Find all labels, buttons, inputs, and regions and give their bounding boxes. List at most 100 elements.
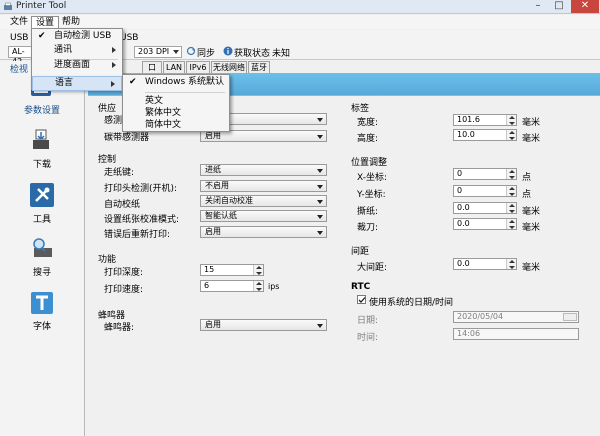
height-label: 高度: (357, 134, 379, 144)
connection-label: USB (10, 33, 29, 43)
search-printer-icon (33, 238, 52, 257)
tab-port[interactable]: 口 (142, 61, 162, 73)
menu-item-auto-detect[interactable]: ✔ 自动检测 USB (32, 29, 122, 43)
reprint-label: 错误后重新打印: (104, 230, 171, 240)
chevron-down-icon (317, 169, 323, 173)
settings-menu-lower: 语言 (31, 76, 123, 91)
download-icon (33, 129, 49, 149)
chevron-down-icon (317, 231, 323, 235)
menu-item-comm[interactable]: 通讯 (32, 43, 122, 57)
control-title: 控制 (98, 155, 117, 165)
tab-lan[interactable]: LAN (163, 61, 185, 73)
reprint-select[interactable]: 启用 (200, 226, 327, 238)
menu-item-language[interactable]: 语言 (32, 76, 122, 91)
spin-down-icon (509, 137, 515, 140)
menu-item-system-default[interactable]: ✔ Windows 系统默认 (123, 75, 229, 90)
height-unit: 毫米 (522, 134, 541, 144)
chevron-right-icon (112, 62, 116, 68)
time-label: 时间: (357, 333, 379, 343)
tear-unit: 毫米 (522, 207, 541, 217)
use-system-time-checkbox[interactable] (357, 295, 366, 304)
sync-icon (186, 46, 196, 56)
use-system-time-label: 使用系统的日期/时间 (369, 298, 454, 308)
reprint-value: 启用 (205, 227, 221, 236)
window-title: Printer Tool (16, 1, 67, 11)
time-picker[interactable]: 14:06 (453, 328, 579, 340)
get-status-button[interactable]: 获取状态 (234, 46, 270, 59)
settings-menu: ✔ 自动检测 USB 通讯 进度画面 (31, 28, 123, 80)
speed-spinner[interactable] (253, 281, 263, 291)
height-spinner[interactable] (506, 130, 516, 140)
y-coord-unit: 点 (522, 190, 532, 200)
gap-label: 大间距: (357, 263, 388, 273)
x-coord-value: 0 (457, 169, 463, 178)
sync-button[interactable]: 同步 (197, 46, 215, 59)
sidebar-item-download[interactable]: 下载 (11, 128, 73, 170)
buzzer-label: 蜂鸣器: (104, 323, 135, 333)
menu-item-progress[interactable]: 进度画面 (32, 58, 122, 72)
menu-help[interactable]: 帮助 (58, 16, 84, 28)
tab-ipv6[interactable]: IPv6 (186, 61, 210, 73)
maximize-button[interactable]: □ (549, 0, 569, 13)
chevron-down-icon (317, 324, 323, 328)
sidebar-label-params: 参数设置 (23, 106, 60, 116)
calib-mode-value: 智能认纸 (205, 211, 237, 220)
tab-wireless[interactable]: 无线网络 (211, 61, 247, 73)
function-title: 功能 (98, 255, 117, 265)
head-check-select[interactable]: 不启用 (200, 180, 327, 192)
auto-calib-select[interactable]: 关闭自动校准 (200, 195, 327, 207)
sidebar-item-font[interactable]: 字体 (11, 292, 73, 332)
menu-item-language-label: 语言 (55, 78, 74, 88)
cutter-value: 0.0 (457, 219, 470, 228)
date-label: 日期: (357, 316, 379, 326)
head-check-value: 不启用 (205, 181, 229, 190)
buzzer-select[interactable]: 启用 (200, 319, 327, 331)
tear-spinner[interactable] (506, 203, 516, 213)
menu-item-english-label: 英文 (145, 96, 164, 106)
width-spinner[interactable] (506, 115, 516, 125)
head-check-label: 打印头检测(开机): (104, 184, 178, 194)
menu-item-traditional-chinese[interactable]: 繁体中文 (123, 107, 229, 119)
y-coord-label: Y-坐标: (357, 190, 386, 200)
calib-mode-select[interactable]: 智能认纸 (200, 210, 327, 222)
darkness-label: 打印深度: (104, 268, 144, 278)
menu-file[interactable]: 文件 (6, 16, 32, 28)
calendar-icon[interactable] (563, 313, 577, 321)
chevron-right-icon (111, 81, 115, 87)
date-value: 2020/05/04 (457, 312, 504, 321)
carbon-sensor-value: 启用 (205, 131, 221, 140)
cutter-spinner[interactable] (506, 219, 516, 229)
auto-calib-value: 关闭自动校准 (205, 196, 253, 205)
menu-bar (0, 15, 600, 29)
tab-bluetooth[interactable]: 蓝牙 (248, 61, 270, 73)
gap-spinner[interactable] (506, 259, 516, 269)
chevron-down-icon (317, 118, 323, 122)
language-submenu: ✔ Windows 系统默认 英文 繁体中文 简体中文 (122, 74, 230, 132)
close-button[interactable]: ✕ (571, 0, 599, 13)
buzzer-value: 启用 (205, 320, 221, 329)
darkness-spinner[interactable] (253, 265, 263, 275)
sidebar-item-search[interactable]: 搜寻 (11, 236, 73, 278)
x-coord-spinner[interactable] (506, 169, 516, 179)
tools-icon (30, 183, 54, 207)
date-picker[interactable]: 2020/05/04 (453, 311, 579, 323)
x-coord-label: X-坐标: (357, 173, 387, 183)
spin-down-icon (509, 193, 515, 196)
sidebar-label-font: 字体 (32, 322, 51, 332)
feed-key-select[interactable]: 进纸 (200, 164, 327, 176)
sidebar-item-tools[interactable]: 工具 (11, 183, 73, 225)
printer-app-icon (4, 2, 12, 10)
spin-up-icon (509, 204, 515, 207)
menu-item-progress-label: 进度画面 (54, 60, 91, 70)
y-coord-spinner[interactable] (506, 186, 516, 196)
label-title: 标签 (351, 104, 370, 114)
minimize-button[interactable]: – (528, 0, 548, 13)
chevron-down-icon (317, 185, 323, 189)
dpi-select[interactable]: 203 DPI (134, 46, 182, 58)
menu-item-english[interactable]: 英文 (123, 95, 229, 107)
view-label: 检视 (10, 65, 29, 75)
title-bar (0, 0, 600, 14)
menu-item-simplified-chinese[interactable]: 简体中文 (123, 119, 229, 131)
chevron-right-icon (112, 47, 116, 53)
spin-up-icon (256, 266, 262, 269)
